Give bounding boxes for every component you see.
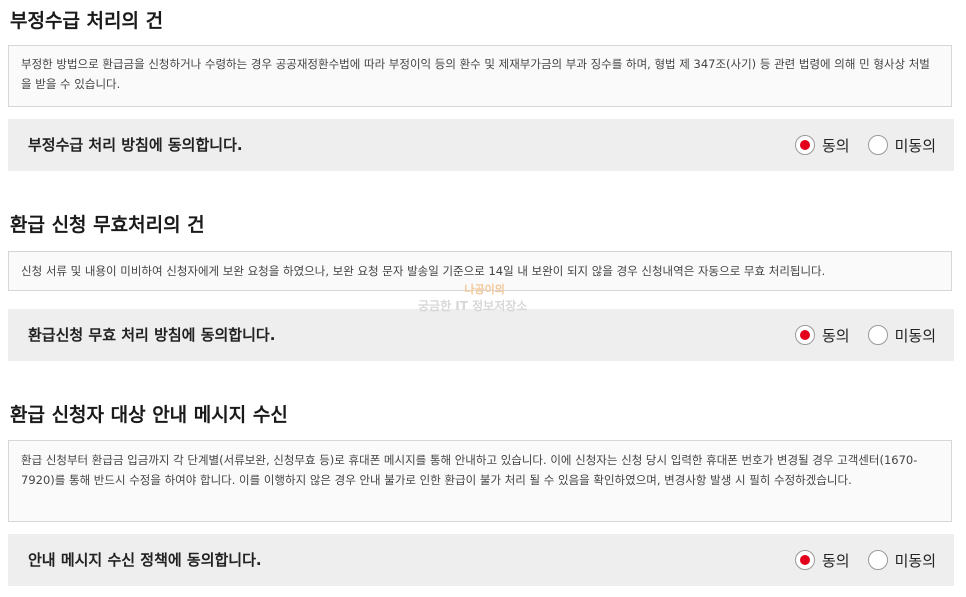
radio-group: 동의 미동의 (777, 323, 936, 347)
radio-disagree-label: 미동의 (894, 136, 936, 155)
radio-agree[interactable]: 동의 (794, 325, 850, 346)
radio-agree[interactable]: 동의 (794, 135, 850, 156)
radio-disagree-label: 미동의 (894, 326, 936, 345)
radio-checked-icon[interactable] (794, 550, 815, 570)
radio-unchecked-icon[interactable] (867, 135, 888, 155)
radio-checked-icon[interactable] (794, 135, 815, 155)
radio-group: 동의 미동의 (777, 548, 936, 572)
notice-box: 부정한 방법으로 환급금을 신청하거나 수령하는 경우 공공재정환수법에 따라 … (8, 45, 952, 107)
radio-agree-label: 동의 (821, 136, 850, 155)
radio-unchecked-icon[interactable] (867, 325, 888, 345)
radio-agree-label: 동의 (821, 551, 850, 570)
radio-agree-label: 동의 (821, 326, 850, 345)
radio-disagree[interactable]: 미동의 (867, 135, 936, 156)
radio-checked-icon[interactable] (794, 325, 815, 345)
agree-text: 부정수급 처리 방침에 동의합니다. (28, 136, 243, 154)
radio-group: 동의 미동의 (777, 133, 936, 157)
radio-disagree-label: 미동의 (894, 551, 936, 570)
notice-box: 신청 서류 및 내용이 미비하여 신청자에게 보완 요청을 하였으나, 보완 요… (8, 251, 952, 291)
radio-disagree[interactable]: 미동의 (867, 325, 936, 346)
agree-bar: 환급신청 무효 처리 방침에 동의합니다. 동의 미동의 (8, 309, 954, 361)
radio-unchecked-icon[interactable] (867, 550, 888, 570)
agree-text: 안내 메시지 수신 정책에 동의합니다. (28, 551, 262, 569)
agree-bar: 부정수급 처리 방침에 동의합니다. 동의 미동의 (8, 119, 954, 171)
radio-disagree[interactable]: 미동의 (867, 550, 936, 571)
radio-agree[interactable]: 동의 (794, 550, 850, 571)
section-title: 환급 신청 무효처리의 건 (10, 214, 205, 236)
agree-text: 환급신청 무효 처리 방침에 동의합니다. (28, 326, 276, 344)
agree-bar: 안내 메시지 수신 정책에 동의합니다. 동의 미동의 (8, 534, 954, 586)
notice-box: 환급 신청부터 환급금 입금까지 각 단계별(서류보완, 신청무효 등)로 휴대… (8, 440, 952, 522)
section-title: 환급 신청자 대상 안내 메시지 수신 (10, 404, 288, 426)
section-title: 부정수급 처리의 건 (10, 10, 164, 32)
